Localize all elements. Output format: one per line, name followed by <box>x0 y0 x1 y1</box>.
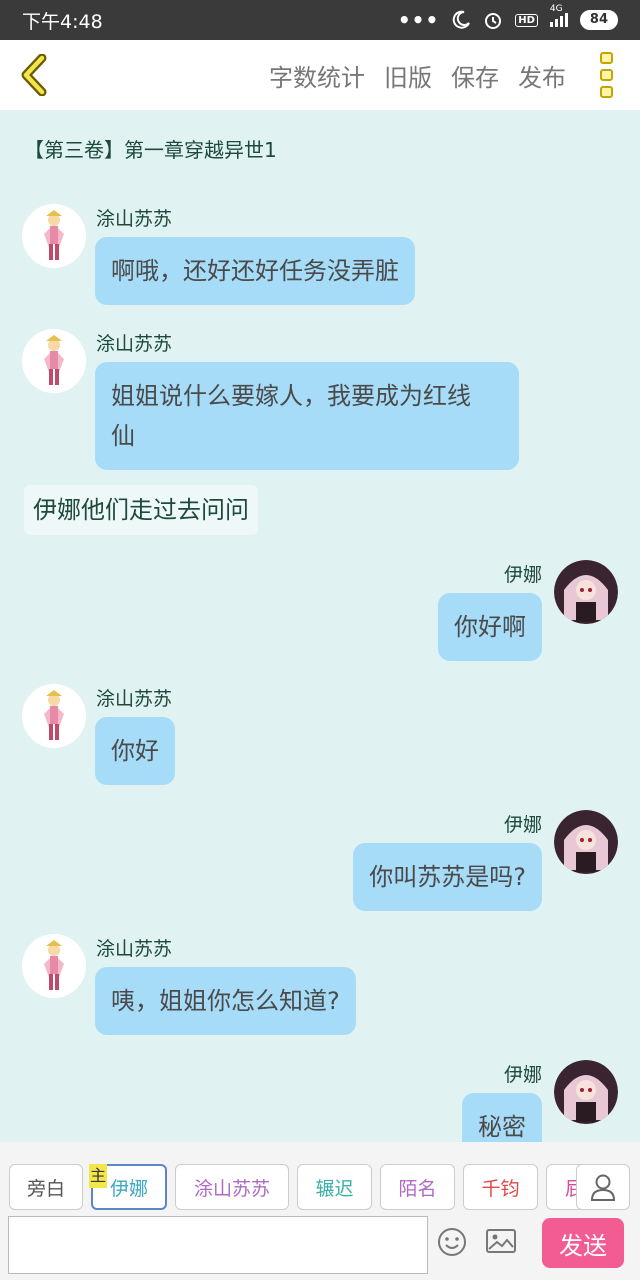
word-count-button[interactable]: 字数统计 <box>269 58 365 93</box>
image-icon <box>486 1229 516 1253</box>
role-button-zhanchi[interactable]: 辗迟 <box>297 1164 372 1210</box>
user-button[interactable] <box>576 1164 630 1210</box>
speaker-name: 伊娜 <box>503 1064 542 1086</box>
back-arrow-icon <box>21 53 47 97</box>
avatar[interactable] <box>22 204 86 268</box>
alarm-icon <box>485 13 502 29</box>
user-icon <box>590 1174 616 1201</box>
avatar[interactable] <box>554 560 618 624</box>
image-button[interactable] <box>484 1226 518 1258</box>
role-button-qianjun[interactable]: 千钧 <box>463 1164 538 1210</box>
role-label: 辗迟 <box>315 1177 354 1200</box>
hd-icon: HD <box>515 13 538 27</box>
speaker-name: 涂山苏苏 <box>96 938 173 960</box>
status-bar: 下午4:48 ••• HD 4G 84 <box>0 0 640 40</box>
role-label: 涂山苏苏 <box>193 1177 270 1200</box>
role-button-tushan-susu[interactable]: 涂山苏苏 <box>175 1164 289 1210</box>
input-bar: 发送 <box>0 1214 640 1280</box>
signal-icon: 4G <box>549 4 568 27</box>
save-button[interactable]: 保存 <box>451 58 499 93</box>
message-bubble[interactable]: 你好啊 <box>438 593 542 661</box>
speaker-name: 伊娜 <box>503 814 542 836</box>
role-label: 陌名 <box>398 1177 437 1200</box>
avatar[interactable] <box>22 684 86 748</box>
main-character-tag: 主 <box>89 1164 107 1188</box>
message-bubble[interactable]: 秘密 <box>462 1093 542 1142</box>
chapter-title: 【第三卷】第一章穿越异世1 <box>24 138 277 162</box>
speaker-name: 涂山苏苏 <box>96 688 173 710</box>
message-line: 姐姐说什么要嫁人，我要成为红线 <box>111 382 471 410</box>
role-selector-bar: 旁白 主 伊娜 涂山苏苏 辗迟 陌名 千钧 屁 <box>0 1142 640 1214</box>
speaker-name: 伊娜 <box>503 564 542 586</box>
toolbar-actions: 字数统计 旧版 保存 发布 <box>269 58 566 93</box>
message-bubble[interactable]: 啊哦，还好还好任务没弄脏 <box>95 237 415 305</box>
status-icons: ••• HD 4G 84 <box>397 4 618 32</box>
role-button-moming[interactable]: 陌名 <box>380 1164 455 1210</box>
message-bubble[interactable]: 咦，姐姐你怎么知道? <box>95 967 356 1035</box>
publish-button[interactable]: 发布 <box>518 58 566 93</box>
network-type: 4G <box>549 4 563 14</box>
avatar[interactable] <box>554 810 618 874</box>
chat-area[interactable]: 【第三卷】第一章穿越异世1 涂山苏苏 啊哦，还好还好任务没弄脏 涂山苏苏 姐姐说… <box>0 110 640 1142</box>
emoji-button[interactable] <box>436 1226 468 1258</box>
top-toolbar: 字数统计 旧版 保存 发布 <box>0 40 640 110</box>
battery-icon: 84 <box>579 10 618 30</box>
message-bubble[interactable]: 你叫苏苏是吗? <box>353 843 542 911</box>
role-label: 旁白 <box>26 1177 65 1200</box>
avatar[interactable] <box>22 934 86 998</box>
message-bubble[interactable]: 姐姐说什么要嫁人，我要成为红线 仙 <box>95 362 519 470</box>
moon-icon <box>453 10 471 29</box>
send-button[interactable]: 发送 <box>542 1218 624 1268</box>
message-bubble[interactable]: 你好 <box>95 717 175 785</box>
back-button[interactable] <box>16 53 56 97</box>
role-button-narrator[interactable]: 旁白 <box>9 1164 83 1210</box>
emoji-icon <box>438 1228 466 1256</box>
menu-icon[interactable] <box>600 52 614 98</box>
message-line: 仙 <box>111 422 135 450</box>
old-version-button[interactable]: 旧版 <box>384 58 432 93</box>
message-input[interactable] <box>8 1216 428 1274</box>
status-time: 下午4:48 <box>22 10 103 33</box>
avatar[interactable] <box>554 1060 618 1124</box>
more-dots-icon: ••• <box>397 8 440 32</box>
narration-message[interactable]: 伊娜他们走过去问问 <box>24 485 258 535</box>
role-label: 千钧 <box>481 1177 520 1200</box>
avatar[interactable] <box>22 329 86 393</box>
role-label: 伊娜 <box>109 1177 148 1200</box>
speaker-name: 涂山苏苏 <box>96 208 173 230</box>
speaker-name: 涂山苏苏 <box>96 333 173 355</box>
